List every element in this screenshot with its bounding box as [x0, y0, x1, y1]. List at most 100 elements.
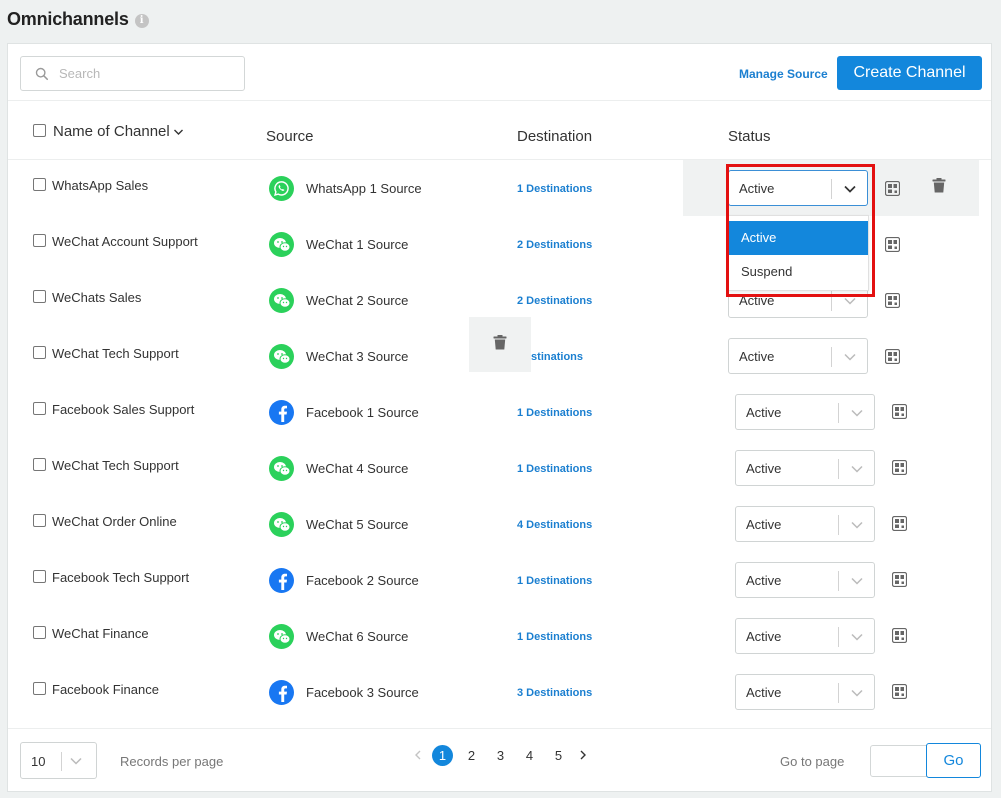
- per-page-select[interactable]: 10: [20, 742, 97, 779]
- info-icon[interactable]: i: [134, 13, 149, 28]
- source-name: WeChat 3 Source: [306, 349, 409, 364]
- next-page-button[interactable]: [573, 750, 593, 760]
- column-header-destination: Destination: [517, 128, 593, 145]
- manage-source-link[interactable]: Manage Source: [739, 67, 828, 81]
- row-checkbox[interactable]: [33, 458, 46, 471]
- page-button-4[interactable]: 4: [515, 748, 544, 763]
- trash-icon[interactable]: [493, 335, 507, 350]
- destinations-link[interactable]: 1 Destinations: [517, 183, 592, 195]
- destinations-link[interactable]: 3 Destinations: [517, 687, 592, 699]
- row-checkbox[interactable]: [33, 570, 46, 583]
- wechat-icon: [269, 232, 294, 257]
- chevron-down-icon: [846, 629, 868, 645]
- chevron-down-icon: [69, 754, 83, 773]
- channel-name: WeChats Sales: [52, 290, 142, 305]
- select-separator: [838, 683, 839, 703]
- qr-code-icon[interactable]: [892, 628, 907, 643]
- table-header: Name of Channel Source Destination Statu…: [8, 100, 991, 160]
- status-value: Active: [746, 405, 782, 420]
- qr-code-icon[interactable]: [885, 237, 900, 252]
- destinations-link[interactable]: 2 Destinations: [517, 239, 592, 251]
- status-select[interactable]: Active: [728, 170, 868, 206]
- qr-code-icon[interactable]: [892, 684, 907, 699]
- row-checkbox[interactable]: [33, 626, 46, 639]
- status-value: Active: [746, 685, 782, 700]
- search-box[interactable]: [20, 56, 245, 91]
- channel-name: WeChat Account Support: [52, 234, 198, 249]
- table-footer: 10 Records per page 1 2 3 4 5 Go to page…: [8, 728, 991, 792]
- status-select[interactable]: Active: [735, 674, 875, 710]
- qr-code-icon[interactable]: [892, 460, 907, 475]
- select-separator: [831, 291, 832, 311]
- go-to-page-input[interactable]: [870, 745, 927, 777]
- wechat-icon: [269, 456, 294, 481]
- status-option-active[interactable]: Active: [729, 221, 868, 255]
- destinations-link[interactable]: 2 Destinations: [517, 295, 592, 307]
- row-checkbox[interactable]: [33, 290, 46, 303]
- source-name: Facebook 3 Source: [306, 685, 419, 700]
- status-select[interactable]: Active: [735, 450, 875, 486]
- page-button-3[interactable]: 3: [486, 748, 515, 763]
- destinations-link[interactable]: 1 Destinations: [517, 631, 592, 643]
- select-separator: [838, 571, 839, 591]
- source-name: WeChat 2 Source: [306, 293, 409, 308]
- row-checkbox[interactable]: [33, 682, 46, 695]
- destinations-link[interactable]: 1 Destinations: [517, 575, 592, 587]
- facebook-icon: [269, 680, 294, 705]
- source-name: WeChat 4 Source: [306, 461, 409, 476]
- qr-code-icon[interactable]: [892, 516, 907, 531]
- status-option-suspend[interactable]: Suspend: [729, 255, 868, 289]
- pagination: 1 2 3 4 5: [408, 744, 593, 766]
- status-select[interactable]: Active: [735, 394, 875, 430]
- create-channel-button[interactable]: Create Channel: [837, 56, 982, 90]
- trash-icon[interactable]: [932, 178, 946, 193]
- status-value: Active: [739, 349, 775, 364]
- page-header: Omnichannels i: [7, 9, 149, 30]
- row-checkbox[interactable]: [33, 178, 46, 191]
- channel-name: WeChat Tech Support: [52, 346, 179, 361]
- facebook-icon: [269, 568, 294, 593]
- row-checkbox[interactable]: [33, 234, 46, 247]
- page-button-5[interactable]: 5: [544, 748, 573, 763]
- page-button-1[interactable]: 1: [432, 744, 453, 766]
- qr-code-icon[interactable]: [892, 572, 907, 587]
- go-to-page-label: Go to page: [780, 754, 845, 769]
- qr-code-icon[interactable]: [885, 349, 900, 364]
- select-separator: [61, 752, 62, 771]
- table-row: WeChat Finance WeChat 6 Source 1 Destina…: [8, 608, 991, 664]
- status-select[interactable]: Active: [735, 562, 875, 598]
- table-row: Facebook Finance Facebook 3 Source 3 Des…: [8, 664, 991, 720]
- row-checkbox[interactable]: [33, 514, 46, 527]
- row-checkbox[interactable]: [33, 346, 46, 359]
- row-checkbox[interactable]: [33, 402, 46, 415]
- column-header-name[interactable]: Name of Channel: [53, 123, 184, 140]
- chevron-down-icon: [173, 129, 183, 135]
- column-header-status: Status: [728, 128, 771, 145]
- qr-code-icon[interactable]: [885, 293, 900, 308]
- select-all-checkbox[interactable]: [33, 124, 46, 137]
- qr-code-icon[interactable]: [885, 181, 900, 196]
- table-row: Facebook Tech Support Facebook 2 Source …: [8, 552, 991, 608]
- status-select[interactable]: Active: [735, 506, 875, 542]
- search-input[interactable]: [59, 66, 239, 81]
- table-row: Facebook Sales Support Facebook 1 Source…: [8, 384, 991, 440]
- status-value: Active: [739, 181, 775, 196]
- status-select[interactable]: Active: [735, 618, 875, 654]
- destinations-link[interactable]: 1 Destinations: [517, 463, 592, 475]
- prev-page-button[interactable]: [408, 750, 428, 760]
- channel-name: Facebook Finance: [52, 682, 159, 697]
- chevron-right-icon: [580, 750, 586, 760]
- table-row: WeChat Tech Support WeChat 4 Source 1 De…: [8, 440, 991, 496]
- destinations-link[interactable]: 4 Destinations: [517, 519, 592, 531]
- destinations-link[interactable]: 1 Destinations: [517, 407, 592, 419]
- status-select[interactable]: Active: [728, 338, 868, 374]
- chevron-down-icon: [839, 293, 861, 309]
- delete-hover-card[interactable]: [469, 317, 531, 372]
- page-button-2[interactable]: 2: [457, 748, 486, 763]
- per-page-value: 10: [31, 754, 46, 769]
- wechat-icon: [269, 624, 294, 649]
- qr-code-icon[interactable]: [892, 404, 907, 419]
- go-button[interactable]: Go: [926, 743, 981, 778]
- source-name: WeChat 1 Source: [306, 237, 409, 252]
- chevron-down-icon: [846, 573, 868, 589]
